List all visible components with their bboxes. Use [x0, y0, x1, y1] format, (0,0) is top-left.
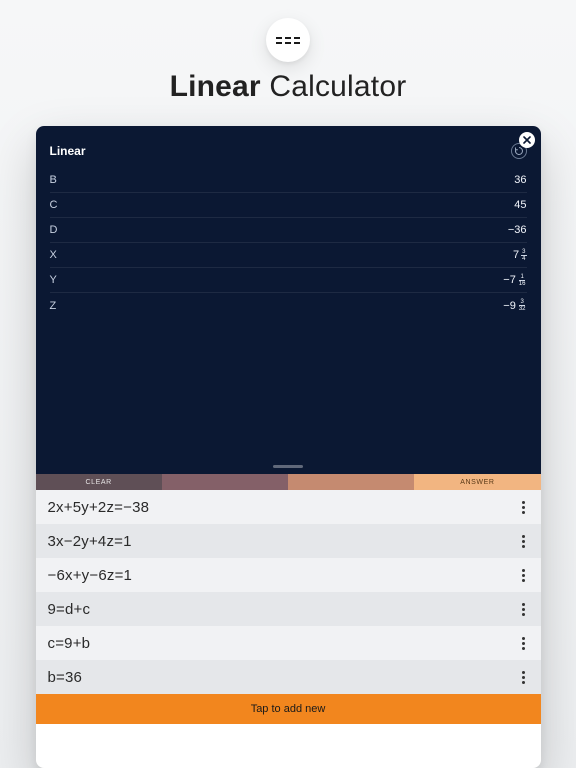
more-vertical-icon	[522, 671, 525, 674]
more-button[interactable]	[518, 565, 529, 586]
more-button[interactable]	[518, 497, 529, 518]
more-vertical-icon	[522, 501, 525, 504]
equation-row[interactable]: b=36	[36, 660, 541, 694]
more-button[interactable]	[518, 633, 529, 654]
page-title: Linear Calculator	[170, 70, 407, 104]
variable-row[interactable]: Y −7 1 16	[50, 268, 527, 293]
drag-handle-area[interactable]	[50, 465, 527, 474]
close-button[interactable]	[519, 132, 535, 148]
more-button[interactable]	[518, 531, 529, 552]
equation-row[interactable]: c=9+b	[36, 626, 541, 660]
more-vertical-icon	[522, 569, 525, 572]
variable-value: −9 3 32	[503, 299, 526, 312]
refresh-icon	[514, 146, 524, 156]
variable-name: C	[50, 199, 58, 211]
panel-header: Linear	[50, 140, 527, 162]
drag-handle	[273, 465, 303, 468]
fraction: 1 16	[518, 274, 527, 287]
add-new-label: Tap to add new	[251, 703, 326, 715]
variable-list: B 36 C 45 D −36	[50, 168, 527, 318]
action-bar: CLEAR ANSWER	[36, 474, 541, 490]
variable-name: Z	[50, 300, 57, 312]
variable-name: X	[50, 249, 58, 261]
variable-row[interactable]: Z −9 3 32	[50, 293, 527, 318]
action-segment[interactable]	[162, 474, 288, 490]
more-vertical-icon	[522, 637, 525, 640]
variable-value: −7 1 16	[503, 274, 526, 287]
results-panel: Linear B 36	[36, 126, 541, 474]
variable-name: Y	[50, 274, 58, 286]
panel-title: Linear	[50, 144, 86, 158]
variable-value: 7 3 4	[513, 249, 526, 262]
more-button[interactable]	[518, 667, 529, 688]
equation-text: b=36	[48, 669, 83, 686]
page-title-light: Calculator	[261, 70, 407, 103]
variable-row[interactable]: D −36	[50, 218, 527, 243]
variable-value: 36	[514, 174, 526, 186]
app-badge	[266, 18, 310, 62]
variable-name: B	[50, 174, 58, 186]
variable-value: 45	[514, 199, 526, 211]
add-new-button[interactable]: Tap to add new	[36, 694, 541, 724]
fraction: 3 32	[518, 299, 527, 312]
equation-text: c=9+b	[48, 635, 91, 652]
equation-text: 3x−2y+4z=1	[48, 533, 132, 550]
close-icon	[523, 136, 531, 144]
fraction: 3 4	[521, 249, 526, 262]
equation-row[interactable]: 3x−2y+4z=1	[36, 524, 541, 558]
equation-row[interactable]: 9=d+c	[36, 592, 541, 626]
more-button[interactable]	[518, 599, 529, 620]
answer-button[interactable]: ANSWER	[414, 474, 540, 490]
clear-button[interactable]: CLEAR	[36, 474, 162, 490]
more-vertical-icon	[522, 603, 525, 606]
equation-text: −6x+y−6z=1	[48, 567, 133, 584]
equation-row[interactable]: −6x+y−6z=1	[36, 558, 541, 592]
dashes-icon	[276, 37, 300, 44]
variable-name: D	[50, 224, 58, 236]
equation-list: 2x+5y+2z=−38 3x−2y+4z=1 −6x+y−6z=1 9=d+c	[36, 490, 541, 694]
page-title-bold: Linear	[170, 70, 261, 103]
action-segment[interactable]	[288, 474, 414, 490]
variable-row[interactable]: B 36	[50, 168, 527, 193]
equation-row[interactable]: 2x+5y+2z=−38	[36, 490, 541, 524]
variable-row[interactable]: C 45	[50, 193, 527, 218]
device-frame: Linear B 36	[36, 126, 541, 768]
variable-row[interactable]: X 7 3 4	[50, 243, 527, 268]
more-vertical-icon	[522, 535, 525, 538]
equation-text: 2x+5y+2z=−38	[48, 499, 150, 516]
equation-text: 9=d+c	[48, 601, 91, 618]
variable-value: −36	[508, 224, 527, 236]
